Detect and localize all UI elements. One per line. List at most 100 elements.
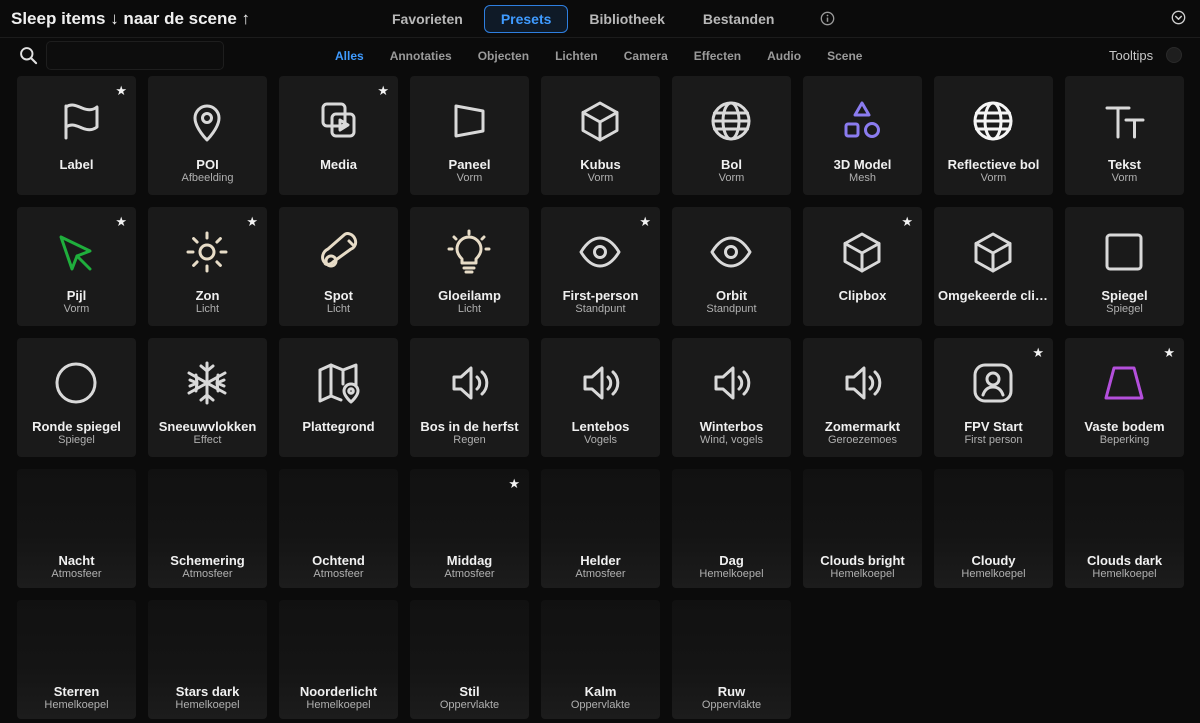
- preset-card[interactable]: Spiegel Spiegel: [1065, 207, 1184, 326]
- preset-card[interactable]: Spot Licht: [279, 207, 398, 326]
- preset-card[interactable]: ★ Zon Licht: [148, 207, 267, 326]
- favorite-star-icon[interactable]: ★: [901, 215, 913, 228]
- preset-card[interactable]: Orbit Standpunt: [672, 207, 791, 326]
- filter-lichten[interactable]: Lichten: [542, 46, 611, 66]
- search-icon[interactable]: [19, 46, 38, 65]
- preset-grid: ★ Label POI Afbeelding ★ Media Paneel Vorm Kubus…: [17, 76, 1184, 719]
- preset-name: Stars dark: [175, 684, 240, 699]
- preset-card[interactable]: Bos in de herfst Regen: [410, 338, 529, 457]
- preset-card[interactable]: Kalm Oppervlakte: [541, 600, 660, 719]
- trapezoid-icon: [1101, 360, 1147, 406]
- tab-bibliotheek[interactable]: Bibliotheek: [572, 5, 681, 33]
- preset-name: Ruw: [717, 684, 746, 699]
- preset-card[interactable]: Ronde spiegel Spiegel: [17, 338, 136, 457]
- preset-card[interactable]: POI Afbeelding: [148, 76, 267, 195]
- info-icon[interactable]: [820, 11, 835, 26]
- filter-camera[interactable]: Camera: [611, 46, 681, 66]
- preset-card[interactable]: Dag Hemelkoepel: [672, 469, 791, 588]
- preset-category: Hemelkoepel: [44, 699, 109, 711]
- preset-category: Vorm: [456, 172, 483, 184]
- preset-card[interactable]: Noorderlicht Hemelkoepel: [279, 600, 398, 719]
- preset-name: Lentebos: [571, 419, 630, 434]
- preset-card[interactable]: Gloeilamp Licht: [410, 207, 529, 326]
- tab-favorieten[interactable]: Favorieten: [375, 5, 480, 33]
- preset-category: Mesh: [849, 172, 876, 184]
- preset-card[interactable]: ★ Label: [17, 76, 136, 195]
- snowflake-icon: [184, 360, 230, 406]
- preset-card[interactable]: Zomermarkt Geroezemoes: [803, 338, 922, 457]
- preset-category: Vorm: [587, 172, 614, 184]
- preset-card[interactable]: Stars dark Hemelkoepel: [148, 600, 267, 719]
- preset-card[interactable]: Clouds bright Hemelkoepel: [803, 469, 922, 588]
- preset-card[interactable]: Ochtend Atmosfeer: [279, 469, 398, 588]
- preset-name: Middag: [446, 553, 493, 568]
- favorite-star-icon[interactable]: ★: [377, 84, 389, 97]
- preset-category: Spiegel: [1106, 303, 1143, 315]
- preset-category: Licht: [326, 303, 351, 315]
- filter-effecten[interactable]: Effecten: [681, 46, 754, 66]
- filter-scene[interactable]: Scene: [814, 46, 875, 66]
- favorite-star-icon[interactable]: ★: [639, 215, 651, 228]
- preset-card[interactable]: Sterren Hemelkoepel: [17, 600, 136, 719]
- preset-name: Clouds dark: [1086, 553, 1163, 568]
- preset-category: Hemelkoepel: [1092, 568, 1157, 580]
- preset-card[interactable]: Schemering Atmosfeer: [148, 469, 267, 588]
- preset-name: Schemering: [170, 553, 245, 568]
- preset-card[interactable]: Kubus Vorm: [541, 76, 660, 195]
- preset-card[interactable]: 3D Model Mesh: [803, 76, 922, 195]
- favorite-star-icon[interactable]: ★: [1032, 346, 1044, 359]
- preset-card[interactable]: Nacht Atmosfeer: [17, 469, 136, 588]
- preset-category: Atmosfeer: [313, 568, 364, 580]
- preset-card[interactable]: Winterbos Wind, vogels: [672, 338, 791, 457]
- filter-alles[interactable]: Alles: [322, 46, 377, 66]
- cube-icon: [839, 229, 885, 275]
- preset-name: Kubus: [580, 157, 621, 172]
- preset-card[interactable]: Paneel Vorm: [410, 76, 529, 195]
- preset-card[interactable]: ★ Clipbox: [803, 207, 922, 326]
- preset-card[interactable]: Helder Atmosfeer: [541, 469, 660, 588]
- preset-card[interactable]: Stil Oppervlakte: [410, 600, 529, 719]
- preset-category: Afbeelding: [181, 172, 234, 184]
- preset-category: Hemelkoepel: [175, 699, 240, 711]
- preset-card[interactable]: Plattegrond: [279, 338, 398, 457]
- search-input[interactable]: [46, 41, 224, 70]
- preset-card[interactable]: Reflectieve bol Vorm: [934, 76, 1053, 195]
- preset-card[interactable]: ★ Pijl Vorm: [17, 207, 136, 326]
- shapes-icon: [839, 98, 885, 144]
- favorite-star-icon[interactable]: ★: [508, 477, 520, 490]
- favorite-star-icon[interactable]: ★: [246, 215, 258, 228]
- tooltips-toggle[interactable]: [1166, 47, 1182, 63]
- preset-card[interactable]: Tekst Vorm: [1065, 76, 1184, 195]
- filter-audio[interactable]: Audio: [754, 46, 814, 66]
- preset-card[interactable]: Cloudy Hemelkoepel: [934, 469, 1053, 588]
- preset-card[interactable]: Lentebos Vogels: [541, 338, 660, 457]
- preset-card[interactable]: Ruw Oppervlakte: [672, 600, 791, 719]
- media-icon: [315, 98, 361, 144]
- favorite-star-icon[interactable]: ★: [115, 84, 127, 97]
- preset-card[interactable]: Sneeuwvlokken Effect: [148, 338, 267, 457]
- preset-card[interactable]: Omgekeerde clipbox: [934, 207, 1053, 326]
- preset-category: Vorm: [63, 303, 90, 315]
- favorite-star-icon[interactable]: ★: [115, 215, 127, 228]
- preset-card[interactable]: ★ FPV Start First person: [934, 338, 1053, 457]
- preset-card[interactable]: ★ Media: [279, 76, 398, 195]
- preset-name: Nacht: [58, 553, 95, 568]
- preset-card[interactable]: Bol Vorm: [672, 76, 791, 195]
- tab-bestanden[interactable]: Bestanden: [686, 5, 792, 33]
- preset-name: Cloudy: [971, 553, 1016, 568]
- speaker-icon: [708, 360, 754, 406]
- preset-card[interactable]: ★ Vaste bodem Beperking: [1065, 338, 1184, 457]
- preset-category: Vorm: [1111, 172, 1138, 184]
- tab-presets[interactable]: Presets: [483, 5, 569, 33]
- filter-objecten[interactable]: Objecten: [465, 46, 542, 66]
- preset-category: Effect: [193, 434, 222, 446]
- preset-category: Hemelkoepel: [830, 568, 895, 580]
- favorite-star-icon[interactable]: ★: [1163, 346, 1175, 359]
- filter-annotaties[interactable]: Annotaties: [377, 46, 465, 66]
- preset-card[interactable]: Clouds dark Hemelkoepel: [1065, 469, 1184, 588]
- chevron-down-icon[interactable]: [1171, 10, 1186, 25]
- preset-category: Vorm: [718, 172, 745, 184]
- preset-card[interactable]: ★ Middag Atmosfeer: [410, 469, 529, 588]
- preset-name: Zomermarkt: [824, 419, 901, 434]
- preset-card[interactable]: ★ First-person Standpunt: [541, 207, 660, 326]
